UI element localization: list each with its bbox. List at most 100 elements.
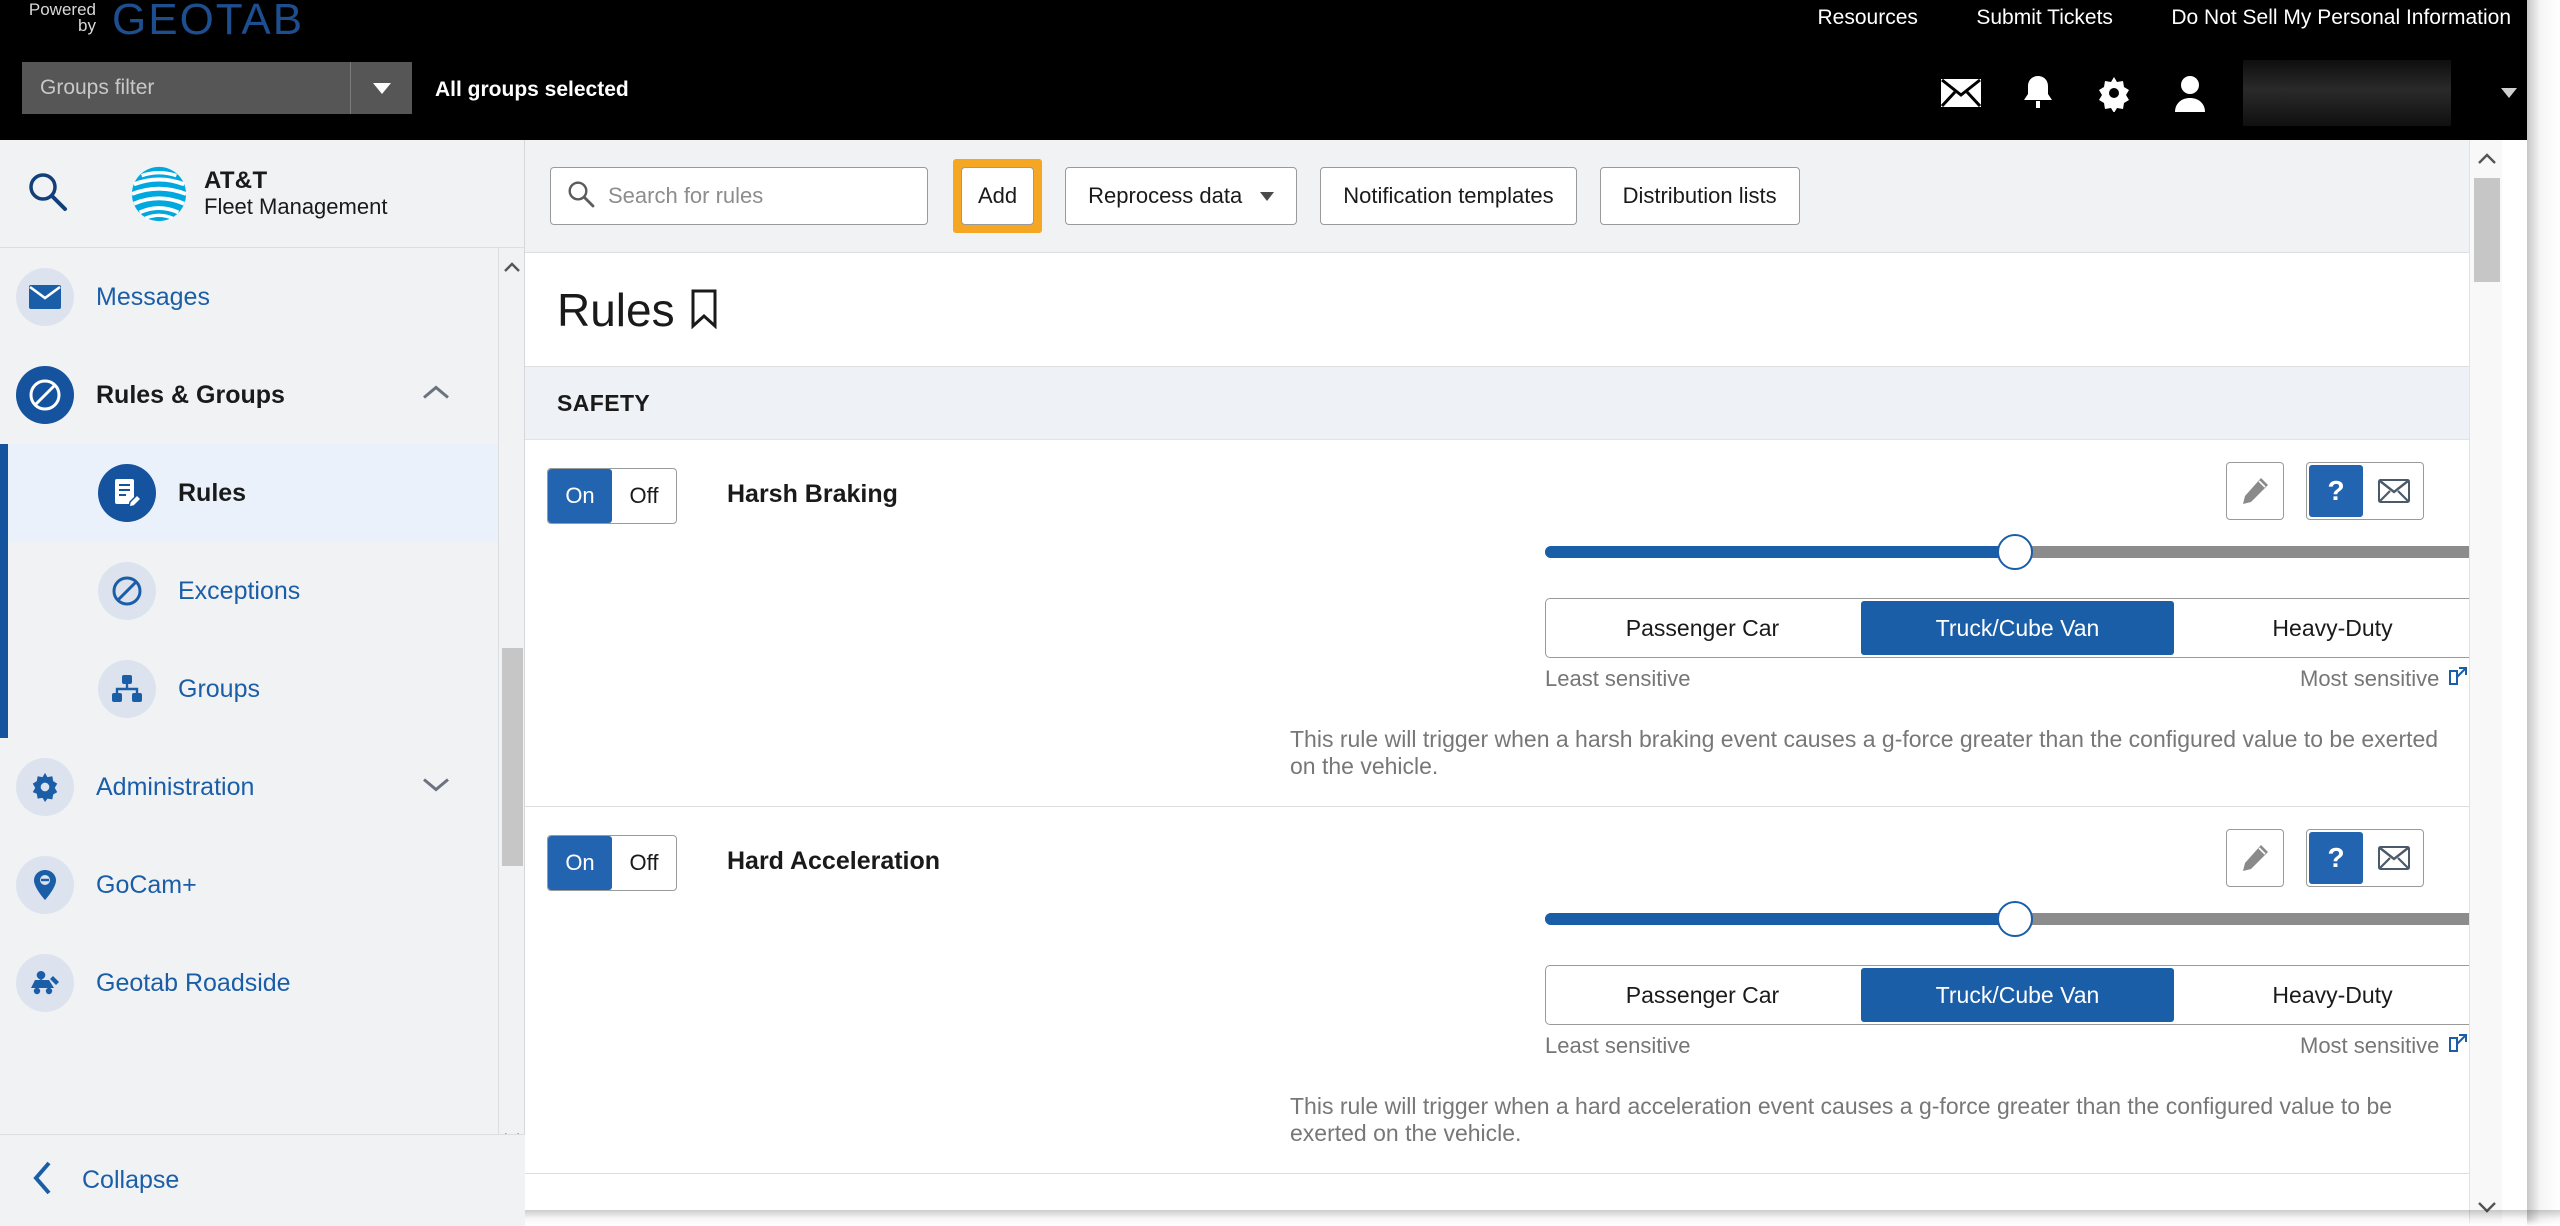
rule-row: On Off Hard Acceleration ? 0.36 G [525,807,2502,1174]
groups-filter-dropdown-button[interactable] [350,62,412,114]
powered-by-label: Powered by [28,0,96,35]
mail-icon [16,268,74,326]
mail-icon[interactable] [1941,79,1981,107]
sidebar-item-exceptions[interactable]: Exceptions [0,542,505,640]
toggle-on-option[interactable]: On [548,469,612,523]
add-button-highlight: Add [953,159,1043,233]
help-question-icon[interactable]: ? [2309,465,2363,517]
scroll-up-chevron-icon[interactable] [2470,142,2502,176]
geotab-logo: GEOTAB [112,0,305,44]
search-input[interactable] [608,183,908,209]
toggle-off-option[interactable]: Off [612,469,676,523]
sidebar-item-label: Geotab Roadside [96,968,291,997]
sidebar-item-gocam[interactable]: GoCam+ [0,836,505,934]
slider-fill [1545,546,2015,558]
user-name-redacted[interactable] [2243,60,2451,126]
sidebar-collapse-button[interactable]: Collapse [0,1134,525,1226]
chevron-down-icon [372,82,391,94]
rule-description: This rule will trigger when a hard accel… [1290,1093,2393,1146]
sidebar-item-geotab-roadside[interactable]: Geotab Roadside [0,934,505,1032]
vehicle-type-option[interactable]: Passenger Car [1546,599,1859,657]
vehicle-type-option-selected[interactable]: Truck/Cube Van [1861,968,2174,1022]
global-top-bar: Powered by GEOTAB Resources Submit Ticke… [0,0,2527,140]
section-header-safety: SAFETY [525,367,2502,440]
mail-icon[interactable] [2365,830,2423,886]
most-sensitive-label: Most sensitive [2300,1033,2440,1058]
main-scrollbar[interactable] [2469,140,2502,1226]
vehicle-type-option[interactable]: Heavy-Duty [2176,966,2489,1024]
scroll-up-chevron-icon[interactable] [499,252,525,282]
groups-filter[interactable]: Groups filter [22,62,412,114]
vehicle-type-option[interactable]: Heavy-Duty [2176,599,2489,657]
distribution-lists-button[interactable]: Distribution lists [1599,167,1800,225]
sidebar-item-messages[interactable]: Messages [0,248,505,346]
sidebar-item-groups[interactable]: Groups [0,640,505,738]
reprocess-data-button[interactable]: Reprocess data [1065,167,1298,225]
help-and-notify-group: ? [2306,462,2424,520]
sidebar-scrollbar[interactable] [498,248,524,1156]
main-scrollbar-thumb[interactable] [2474,178,2500,282]
rules-document-icon [98,464,156,522]
help-and-notify-group: ? [2306,829,2424,887]
search-icon[interactable] [26,170,68,217]
page-header: Rules [525,253,2502,367]
vehicle-type-selector[interactable]: Passenger Car Truck/Cube Van Heavy-Duty [1545,598,2490,658]
external-link-icon [2448,666,2468,692]
sidebar-item-rules-and-groups[interactable]: Rules & Groups [0,346,505,444]
sidebar: AT&T Fleet Management Messages Rules & G… [0,140,525,1226]
chevron-down-icon [1260,191,1275,201]
reprocess-data-label: Reprocess data [1088,183,1243,208]
rule-row: On Off Harsh Braking ? -0.54 G [525,440,2502,807]
groups-selected-status: All groups selected [435,78,629,101]
slider-thumb[interactable] [1997,534,2033,570]
least-sensitive-label: Least sensitive [1545,666,1691,691]
sidebar-item-label: Exceptions [178,576,301,605]
slider-thumb[interactable] [1997,901,2033,937]
edit-pencil-icon[interactable] [2226,829,2284,887]
page-title: Rules [557,283,675,336]
top-link-resources[interactable]: Resources [1818,6,1918,30]
exceptions-icon [98,562,156,620]
main-content: Add Reprocess data Notification template… [525,140,2502,1226]
section-label: SAFETY [557,389,651,416]
toggle-on-option[interactable]: On [548,836,612,890]
rule-on-off-toggle[interactable]: On Off [547,835,677,891]
toggle-off-option[interactable]: Off [612,836,676,890]
rule-on-off-toggle[interactable]: On Off [547,468,677,524]
sensitivity-slider[interactable] [1545,534,2485,570]
user-menu-chevron-down-icon[interactable] [2501,88,2517,98]
gear-icon[interactable] [2095,74,2133,112]
groups-filter-input[interactable]: Groups filter [22,76,350,100]
notification-templates-button[interactable]: Notification templates [1320,167,1577,225]
sensitivity-slider[interactable] [1545,901,2485,937]
sidebar-nav: Messages Rules & Groups Rules Exceptions… [0,248,505,1032]
sidebar-item-label: Rules & Groups [96,380,285,409]
header-icon-group [1941,60,2517,126]
sidebar-header: AT&T Fleet Management [0,140,524,248]
vehicle-type-option[interactable]: Passenger Car [1546,966,1859,1024]
vehicle-type-option-selected[interactable]: Truck/Cube Van [1861,601,2174,655]
add-button[interactable]: Add [961,167,1035,225]
chevron-down-icon[interactable] [421,776,451,799]
most-sensitive-link[interactable]: Most sensitive [2300,666,2468,692]
bookmark-icon[interactable] [689,289,719,334]
help-question-icon[interactable]: ? [2309,832,2363,884]
rules-toolbar: Add Reprocess data Notification template… [525,140,2502,253]
edit-pencil-icon[interactable] [2226,462,2284,520]
chevron-up-icon[interactable] [421,384,451,407]
top-link-do-not-sell[interactable]: Do Not Sell My Personal Information [2171,6,2511,30]
vehicle-type-selector[interactable]: Passenger Car Truck/Cube Van Heavy-Duty [1545,965,2490,1025]
bell-icon[interactable] [2021,74,2055,112]
avatar[interactable] [2173,74,2207,112]
least-sensitive-label: Least sensitive [1545,1033,1691,1058]
sidebar-item-administration[interactable]: Administration [0,738,505,836]
top-link-submit-tickets[interactable]: Submit Tickets [1976,6,2113,30]
external-link-icon [2448,1033,2468,1059]
window-right-gutter [2527,0,2560,1226]
sidebar-scrollbar-thumb[interactable] [502,648,523,866]
rule-action-buttons: ? [2226,462,2424,520]
mail-icon[interactable] [2365,463,2423,519]
search-rules-box[interactable] [550,167,928,225]
most-sensitive-link[interactable]: Most sensitive [2300,1033,2468,1059]
sidebar-item-rules[interactable]: Rules [0,444,505,542]
